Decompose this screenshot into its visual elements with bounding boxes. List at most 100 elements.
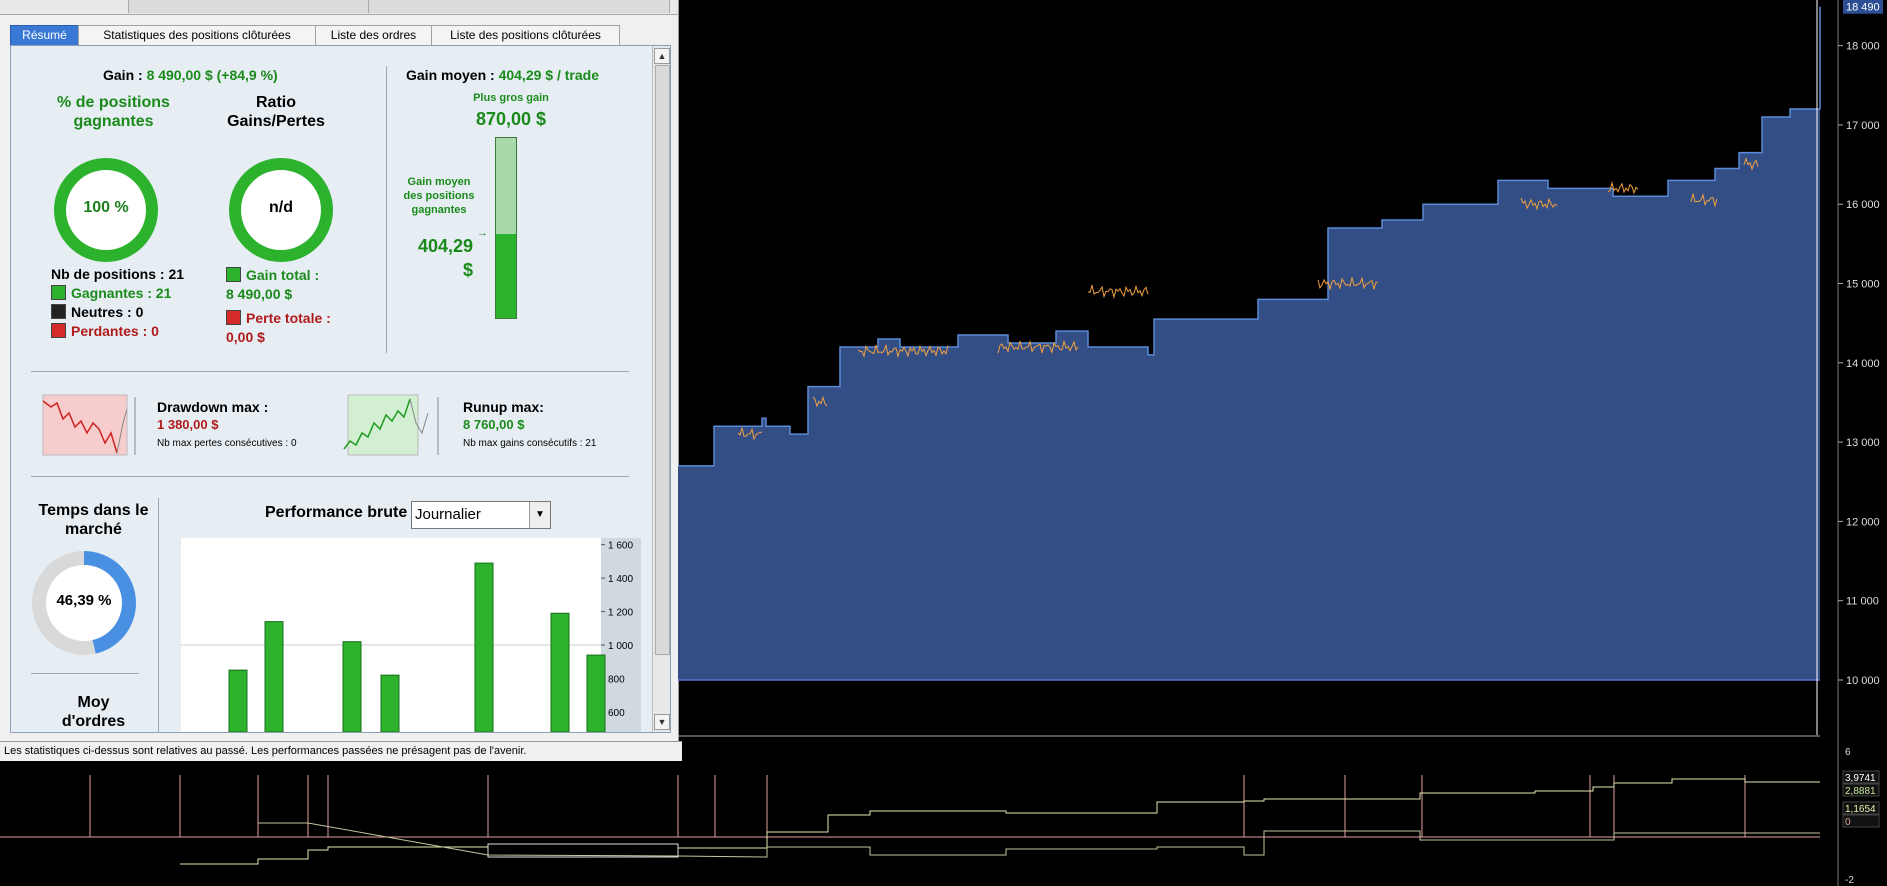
- green-square-icon: [226, 267, 241, 282]
- y-tick-label: 18 000: [1846, 41, 1880, 53]
- gagnantes-label: Gagnantes : 21: [71, 285, 172, 301]
- nb-positions: Nb de positions : 21: [51, 266, 185, 282]
- gain-moyen-gagnantes-label: Gain moyen des positions gagnantes: [403, 176, 475, 216]
- perdantes-row: Perdantes : 0: [51, 323, 159, 339]
- gain-moyen-label: Gain moyen :: [406, 67, 495, 83]
- scroll-up-icon[interactable]: ▲: [654, 48, 670, 64]
- gain-moyen-row: Gain moyen : 404,29 $ / trade: [406, 67, 599, 83]
- horizontal-divider: [31, 476, 629, 477]
- period-select-value: Journalier: [415, 506, 481, 523]
- period-select[interactable]: Journalier ▼: [411, 501, 551, 529]
- sub-tick-label: -2: [1845, 875, 1854, 886]
- perf-ytick-label: 1 600: [608, 541, 633, 552]
- perf-ytick-label: 800: [608, 674, 625, 685]
- y-tick-label: 13 000: [1846, 437, 1880, 449]
- runup-label: Runup max:: [463, 399, 544, 415]
- y-tick-label: 16 000: [1846, 199, 1880, 211]
- temps-marche-value: 46,39 %: [56, 592, 112, 609]
- price-segment: [1087, 284, 1149, 300]
- toolbar-button-1[interactable]: [128, 0, 370, 13]
- runup-sub: Nb max gains consécutifs : 21: [463, 438, 597, 449]
- red-square-icon: [51, 323, 66, 338]
- moy-ordres-title: Moy d'ordres: [61, 694, 126, 730]
- perf-ytick-label: 1 200: [608, 608, 633, 619]
- gain-label: Gain :: [103, 67, 143, 83]
- vertical-scrollbar[interactable]: ▲ ▼: [652, 46, 670, 732]
- black-square-icon: [51, 304, 66, 319]
- perf-bar: [586, 654, 606, 732]
- indicator-chart: 6 -2 3,9741 2,8881 1,1654 0: [0, 735, 1880, 886]
- y-tick-label: 11 000: [1846, 596, 1879, 608]
- scrollbar-thumb[interactable]: [655, 65, 670, 655]
- ratio-value: n/d: [269, 199, 293, 216]
- plus-gros-gain-value: 870,00 $: [475, 109, 547, 129]
- vertical-divider: [386, 66, 387, 353]
- gain-value: 8 490,00 $ (+84,9 %): [146, 67, 278, 83]
- report-panel: Résumé Statistiques des positions clôtur…: [0, 0, 682, 761]
- perf-title: Performance brute: [265, 504, 408, 521]
- perf-bar: [228, 669, 248, 732]
- gain-bar-gauge-fill: [496, 234, 516, 318]
- last-value-label: 18 490: [1846, 2, 1880, 14]
- drawdown-sub: Nb max pertes consécutives : 0: [157, 438, 297, 449]
- plus-gros-gain-label: Plus gros gain: [473, 92, 549, 104]
- tab-stats-positions[interactable]: Statistiques des positions clôturées: [78, 25, 316, 46]
- runup-value: 8 760,00 $: [463, 417, 525, 432]
- scroll-down-icon[interactable]: ▼: [654, 714, 670, 730]
- gain-total: Gain total : 8 490,00 $: [226, 266, 319, 304]
- equity-chart: 18 000 17 000 16 000 15 000 14 000 13 000 12 0…: [678, 0, 1883, 735]
- indicator-line-1: [180, 778, 1820, 865]
- gagnantes-row: Gagnantes : 21: [51, 285, 171, 301]
- resume-content: Gain : 8 490,00 $ (+84,9 %) % de positio…: [10, 45, 671, 733]
- perf-bar: [264, 621, 284, 732]
- horizontal-divider: [31, 673, 139, 674]
- gain-moyen-gagnantes-value: 404,29 $: [417, 236, 473, 280]
- arrow-right-icon: →: [477, 227, 488, 239]
- sub-tick-label: 6: [1845, 747, 1851, 758]
- equity-area: [678, 6, 1820, 681]
- horizontal-divider: [31, 371, 629, 372]
- perte-totale-value: 0,00 $: [226, 329, 265, 345]
- neutres-row: Neutres : 0: [51, 304, 143, 320]
- tab-liste-positions[interactable]: Liste des positions clôturées: [431, 25, 620, 46]
- y-tick-label: 15 000: [1846, 279, 1880, 291]
- value-badge-label: 1,1654: [1845, 804, 1876, 815]
- neutres-label: Neutres : 0: [71, 304, 144, 320]
- winpct-value: 100 %: [83, 199, 129, 216]
- top-toolbar-strip: [0, 0, 678, 15]
- perf-bar: [550, 612, 570, 732]
- y-tick-label: 12 000: [1846, 516, 1880, 528]
- perte-totale-label: Perte totale :: [246, 310, 331, 326]
- gain-total-value: 8 490,00 $: [226, 286, 293, 302]
- value-badge-label: 0: [1845, 817, 1851, 828]
- red-square-icon: [226, 310, 241, 325]
- perf-ytick-label: 1 400: [608, 574, 633, 585]
- y-tick-label: 14 000: [1846, 358, 1880, 370]
- perf-bar: [474, 562, 494, 732]
- winpct-title: % de positions gagnantes: [57, 94, 170, 130]
- drawdown-mini-chart: [42, 394, 136, 456]
- perf-bar: [380, 674, 400, 732]
- gain-moyen-value: 404,29 $ / trade: [498, 67, 599, 83]
- gain-bar-gauge: [495, 137, 517, 319]
- gain-row: Gain : 8 490,00 $ (+84,9 %): [103, 67, 278, 83]
- y-tick-label: 10 000: [1846, 675, 1880, 687]
- tab-liste-ordres[interactable]: Liste des ordres: [315, 25, 432, 46]
- gain-total-label: Gain total :: [246, 267, 320, 283]
- toolbar-button-2[interactable]: [368, 0, 670, 13]
- chevron-down-icon[interactable]: ▼: [529, 502, 550, 528]
- indicator-line-2: [258, 822, 1820, 858]
- perf-bar: [342, 641, 362, 732]
- perf-bar-chart: 1 600 1 400 1 200 1 000 800 600: [181, 538, 641, 732]
- perf-ytick-label: 1 000: [608, 641, 633, 652]
- vertical-divider: [158, 498, 159, 732]
- ratio-title: Ratio Gains/Pertes: [227, 94, 325, 130]
- drawdown-label: Drawdown max :: [157, 399, 269, 415]
- drawdown-value: 1 380,00 $: [157, 417, 219, 432]
- perf-ytick-label: 600: [608, 708, 625, 719]
- runup-mini-chart: [343, 394, 439, 456]
- temps-marche-title: Temps dans le marché: [38, 502, 149, 538]
- y-tick-label: 17 000: [1846, 120, 1880, 132]
- perdantes-label: Perdantes : 0: [71, 323, 159, 339]
- tab-resume[interactable]: Résumé: [10, 25, 79, 46]
